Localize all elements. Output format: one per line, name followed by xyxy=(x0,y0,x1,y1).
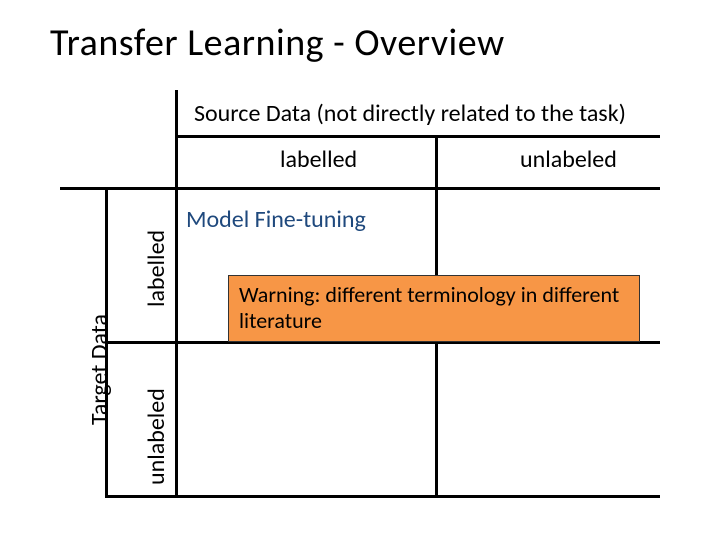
column-unlabeled: unlabeled xyxy=(520,145,617,174)
grid-line xyxy=(175,135,660,138)
warning-callout: Warning: different terminology in differ… xyxy=(228,275,640,342)
row-labelled: labelled xyxy=(142,230,171,307)
target-axis-label: Target Data xyxy=(85,314,114,425)
grid-diagram: Source Data (not directly related to the… xyxy=(60,95,660,505)
slide: Transfer Learning - Overview Source Data… xyxy=(0,0,720,540)
grid-line xyxy=(60,187,660,190)
source-header: Source Data (not directly related to the… xyxy=(186,95,634,132)
cell-fine-tuning: Model Fine-tuning xyxy=(186,205,366,234)
grid-line xyxy=(175,90,178,498)
slide-title: Transfer Learning - Overview xyxy=(50,20,505,66)
column-labelled: labelled xyxy=(280,145,357,174)
row-unlabeled: unlabeled xyxy=(142,388,171,485)
grid-line xyxy=(105,495,660,498)
